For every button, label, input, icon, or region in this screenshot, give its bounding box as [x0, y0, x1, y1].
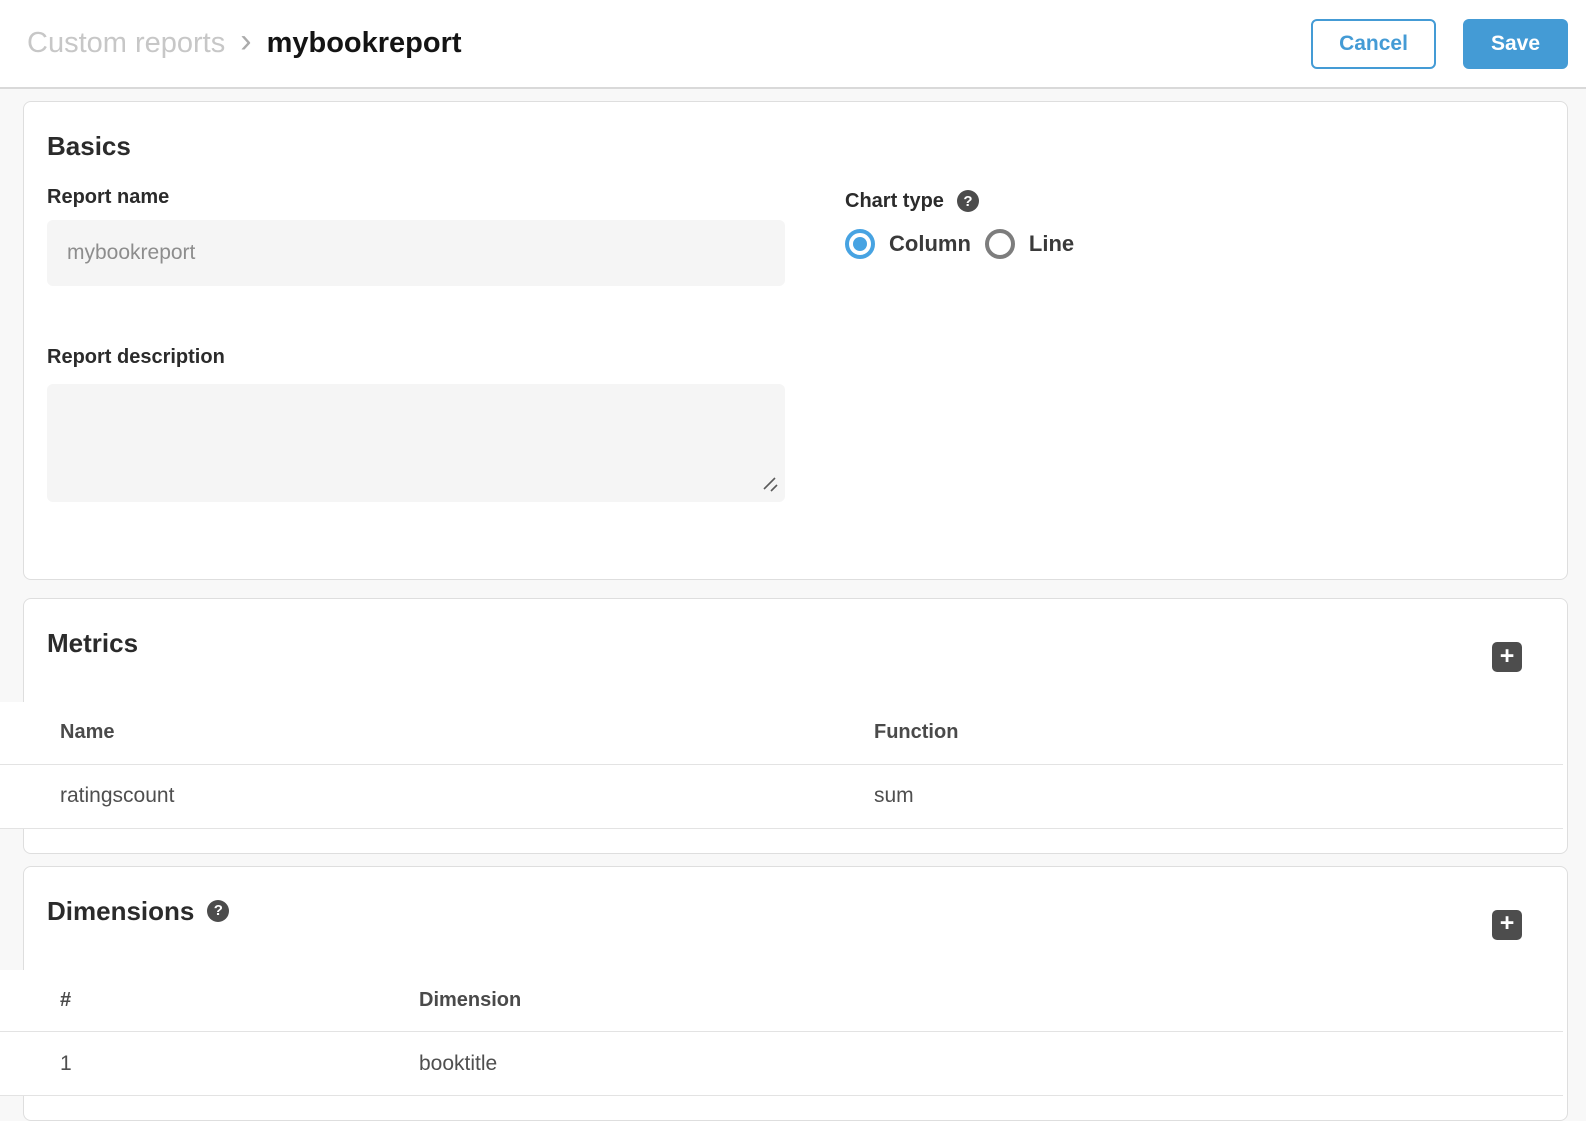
- dimensions-table-row[interactable]: 1 booktitle: [0, 1032, 1563, 1096]
- dimensions-column-index: #: [0, 970, 359, 1032]
- dimensions-column-dimension: Dimension: [359, 970, 1563, 1032]
- resize-handle-icon[interactable]: [761, 475, 778, 497]
- dimensions-table-footer: [24, 1096, 1567, 1120]
- chart-type-options: Column Line: [845, 229, 1074, 259]
- content-area: Basics Report name Report description Ch…: [0, 89, 1586, 1121]
- report-description-label: Report description: [47, 346, 1567, 368]
- dimension-name-cell: booktitle: [359, 1032, 1563, 1096]
- report-name-input[interactable]: [47, 220, 785, 286]
- metrics-card: Metrics + Name Function ratingscount sum: [23, 598, 1568, 854]
- dimensions-help-icon[interactable]: ?: [207, 900, 229, 922]
- radio-unselected-icon[interactable]: [985, 229, 1015, 259]
- radio-selected-icon[interactable]: [845, 229, 875, 259]
- chart-type-group: Chart type ? Column Line: [845, 190, 1074, 259]
- basics-heading: Basics: [47, 130, 1567, 162]
- chevron-right-icon: ›: [240, 24, 251, 58]
- add-dimension-button[interactable]: +: [1492, 910, 1522, 940]
- radio-line-label[interactable]: Line: [1029, 231, 1074, 257]
- dimensions-heading: Dimensions: [47, 895, 194, 927]
- report-name-label: Report name: [47, 186, 1567, 208]
- breadcrumb: Custom reports › mybookreport: [27, 27, 462, 61]
- metrics-table-footer: [24, 829, 1567, 853]
- top-bar: Custom reports › mybookreport Cancel Sav…: [0, 0, 1586, 89]
- cancel-button[interactable]: Cancel: [1311, 19, 1436, 69]
- metrics-table: Name Function ratingscount sum: [0, 702, 1563, 829]
- add-metric-button[interactable]: +: [1492, 642, 1522, 672]
- chart-type-label: Chart type: [845, 190, 944, 212]
- basics-card: Basics Report name Report description Ch…: [23, 101, 1568, 580]
- radio-option-column[interactable]: Column: [845, 229, 971, 259]
- dimensions-table: # Dimension 1 booktitle: [0, 970, 1563, 1097]
- save-button[interactable]: Save: [1463, 19, 1568, 69]
- radio-column-label[interactable]: Column: [889, 231, 971, 257]
- header-actions: Cancel Save: [1311, 19, 1568, 69]
- metrics-table-header-row: Name Function: [0, 702, 1563, 764]
- breadcrumb-custom-reports-link[interactable]: Custom reports: [27, 27, 225, 60]
- metrics-table-row[interactable]: ratingscount sum: [0, 764, 1563, 828]
- chart-type-help-icon[interactable]: ?: [957, 190, 979, 212]
- metrics-heading: Metrics: [47, 627, 138, 659]
- metrics-column-name: Name: [0, 702, 814, 764]
- metrics-column-function: Function: [814, 702, 1563, 764]
- dimension-index-cell: 1: [0, 1032, 359, 1096]
- metric-name-cell: ratingscount: [0, 764, 814, 828]
- dimensions-table-header-row: # Dimension: [0, 970, 1563, 1032]
- report-description-input[interactable]: [47, 384, 785, 502]
- radio-option-line[interactable]: Line: [985, 229, 1074, 259]
- page-title: mybookreport: [267, 27, 462, 60]
- dimensions-card: Dimensions ? + # Dimension 1 booktitle: [23, 866, 1568, 1121]
- metric-function-cell: sum: [814, 764, 1563, 828]
